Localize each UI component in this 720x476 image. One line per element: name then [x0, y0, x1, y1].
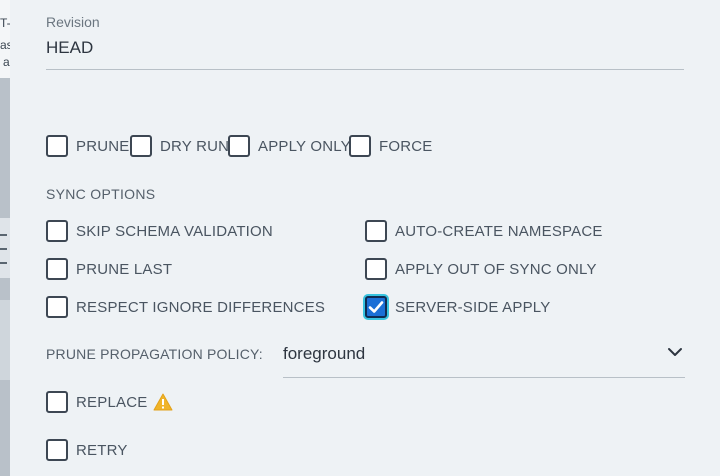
- dry-run-checkbox-row[interactable]: DRY RUN: [130, 135, 229, 157]
- prune-last-checkbox[interactable]: [46, 258, 68, 280]
- force-checkbox[interactable]: [349, 135, 371, 157]
- background-text: a: [3, 55, 10, 69]
- background-block: [0, 300, 10, 380]
- respect-ignore-differences-checkbox[interactable]: [46, 296, 68, 318]
- prune-checkbox-row[interactable]: PRUNE: [46, 135, 130, 157]
- background-line: [0, 262, 7, 264]
- retry-label: RETRY: [76, 441, 128, 459]
- server-side-apply-row[interactable]: SERVER-SIDE APPLY: [365, 296, 550, 318]
- auto-create-namespace-row[interactable]: AUTO-CREATE NAMESPACE: [365, 220, 603, 242]
- force-label: FORCE: [379, 137, 433, 155]
- prune-last-row[interactable]: PRUNE LAST: [46, 258, 172, 280]
- background-line: [0, 234, 7, 236]
- prune-propagation-policy-underline: [283, 377, 685, 378]
- retry-checkbox[interactable]: [46, 439, 68, 461]
- apply-only-checkbox[interactable]: [228, 135, 250, 157]
- retry-row[interactable]: RETRY: [46, 439, 128, 461]
- replace-row[interactable]: REPLACE: [46, 391, 173, 413]
- apply-only-label: APPLY ONLY: [258, 137, 351, 155]
- apply-only-checkbox-row[interactable]: APPLY ONLY: [228, 135, 351, 157]
- revision-underline: [46, 69, 684, 70]
- skip-schema-validation-row[interactable]: SKIP SCHEMA VALIDATION: [46, 220, 273, 242]
- force-checkbox-row[interactable]: FORCE: [349, 135, 433, 157]
- apply-out-of-sync-only-checkbox[interactable]: [365, 258, 387, 280]
- auto-create-namespace-checkbox[interactable]: [365, 220, 387, 242]
- replace-label: REPLACE: [76, 393, 148, 411]
- prune-propagation-policy-label: PRUNE PROPAGATION POLICY:: [46, 346, 263, 362]
- replace-checkbox[interactable]: [46, 391, 68, 413]
- prune-label: PRUNE: [76, 137, 130, 155]
- server-side-apply-checkbox[interactable]: [365, 296, 387, 318]
- apply-out-of-sync-only-label: APPLY OUT OF SYNC ONLY: [395, 260, 597, 278]
- respect-ignore-differences-row[interactable]: RESPECT IGNORE DIFFERENCES: [46, 296, 325, 318]
- prune-checkbox[interactable]: [46, 135, 68, 157]
- server-side-apply-label: SERVER-SIDE APPLY: [395, 298, 551, 316]
- apply-out-of-sync-only-row[interactable]: APPLY OUT OF SYNC ONLY: [365, 258, 597, 280]
- respect-ignore-differences-label: RESPECT IGNORE DIFFERENCES: [76, 298, 326, 316]
- sync-options-title: SYNC OPTIONS: [46, 186, 156, 202]
- chevron-down-icon[interactable]: [665, 342, 685, 362]
- dry-run-checkbox[interactable]: [130, 135, 152, 157]
- auto-create-namespace-label: AUTO-CREATE NAMESPACE: [395, 222, 603, 240]
- skip-schema-validation-label: SKIP SCHEMA VALIDATION: [76, 222, 273, 240]
- dry-run-label: DRY RUN: [160, 137, 230, 155]
- warning-icon: [153, 393, 173, 411]
- checkmark-icon: [368, 301, 384, 313]
- revision-label: Revision: [46, 14, 100, 30]
- skip-schema-validation-checkbox[interactable]: [46, 220, 68, 242]
- background-line: [0, 248, 7, 250]
- prune-propagation-policy-value: foreground: [283, 344, 366, 363]
- prune-propagation-policy-select[interactable]: foreground: [283, 338, 685, 378]
- revision-input[interactable]: HEAD: [46, 38, 93, 58]
- background-sidebar: [0, 0, 10, 476]
- prune-last-label: PRUNE LAST: [76, 260, 173, 278]
